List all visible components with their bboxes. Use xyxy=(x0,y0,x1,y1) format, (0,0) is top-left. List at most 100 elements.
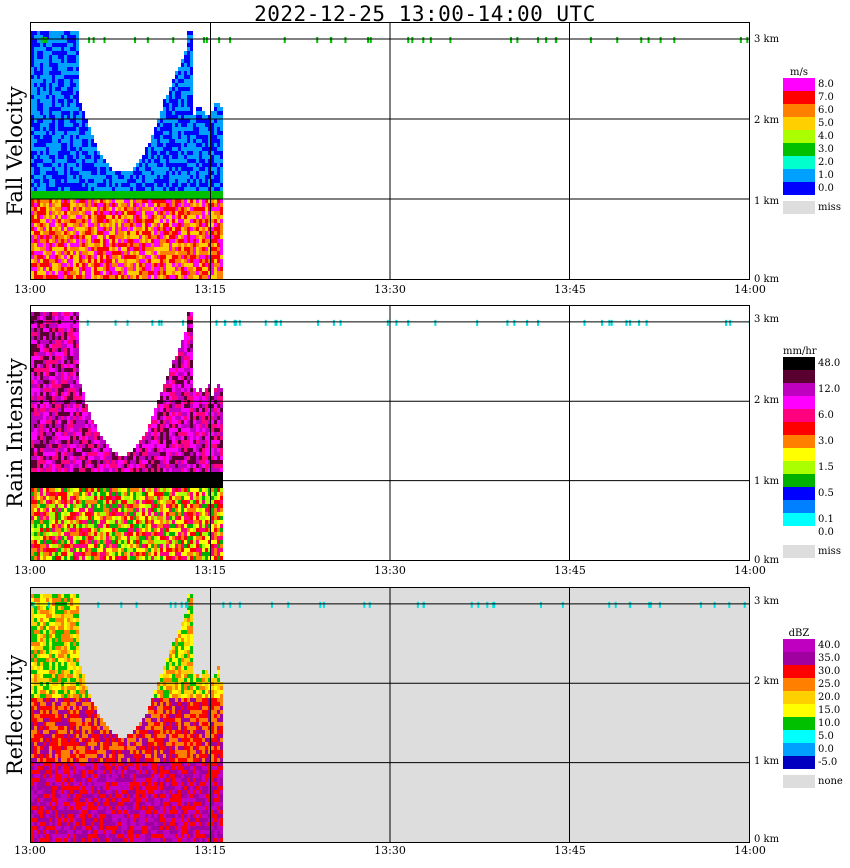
heatmap-cell xyxy=(64,436,67,440)
heatmap-cell xyxy=(91,203,94,207)
heatmap-cell xyxy=(73,328,76,332)
heatmap-cell xyxy=(127,187,130,191)
heatmap-cell xyxy=(46,516,49,520)
heatmap-column xyxy=(61,31,64,279)
heatmap-cell xyxy=(169,163,172,167)
heatmap-cell xyxy=(55,360,58,364)
heatmap-cell xyxy=(52,432,55,436)
heatmap-cell xyxy=(79,203,82,207)
heatmap-cell xyxy=(91,428,94,432)
heatmap-cell xyxy=(133,544,136,548)
heatmap-cell xyxy=(109,199,112,203)
heatmap-cell xyxy=(37,440,40,444)
heatmap-cell xyxy=(142,171,145,175)
heatmap-cell xyxy=(100,227,103,231)
heatmap-cell xyxy=(79,175,82,179)
heatmap-cell xyxy=(49,520,52,524)
heatmap-cell xyxy=(157,460,160,464)
heatmap-cell xyxy=(91,432,94,436)
heatmap-cell xyxy=(154,199,157,203)
heatmap-cell xyxy=(76,504,79,508)
heatmap-cell xyxy=(70,187,73,191)
heatmap-cell xyxy=(85,416,88,420)
heatmap-cell xyxy=(214,255,217,259)
heatmap-cell xyxy=(109,267,112,271)
heatmap-cell xyxy=(70,55,73,59)
heatmap-cell xyxy=(100,528,103,532)
heatmap-cell xyxy=(139,271,142,275)
heatmap-cell xyxy=(151,504,154,508)
heatmap-cell xyxy=(211,255,214,259)
heatmap-cell xyxy=(61,211,64,215)
heatmap-cell xyxy=(34,492,37,496)
heatmap-cell xyxy=(34,468,37,472)
heatmap-cell xyxy=(43,340,46,344)
heatmap-cell xyxy=(37,139,40,143)
heatmap-cell xyxy=(64,31,67,35)
heatmap-cell xyxy=(145,275,148,279)
heatmap-cell xyxy=(133,504,136,508)
heatmap-cell xyxy=(115,552,118,556)
heatmap-cell xyxy=(130,548,133,552)
heatmap-cell xyxy=(148,199,151,203)
heatmap-cell xyxy=(67,332,70,336)
heatmap-cell xyxy=(55,368,58,372)
heatmap-cell xyxy=(34,404,37,408)
heatmap-cell xyxy=(40,372,43,376)
heatmap-column xyxy=(112,171,115,279)
heatmap-cell xyxy=(52,372,55,376)
heatmap-cell xyxy=(214,119,217,123)
heatmap-cell xyxy=(169,215,172,219)
heatmap-cell xyxy=(40,376,43,380)
heatmap-cell xyxy=(70,368,73,372)
heatmap-cell xyxy=(37,51,40,55)
speckle-mark xyxy=(647,37,650,43)
heatmap-cell xyxy=(100,492,103,496)
heatmap-cell xyxy=(34,203,37,207)
heatmap-cell xyxy=(121,536,124,540)
heatmap-cell xyxy=(139,444,142,448)
heatmap-cell xyxy=(166,147,169,151)
heatmap-cell xyxy=(64,35,67,39)
heatmap-cell xyxy=(202,119,205,123)
heatmap-cell xyxy=(106,235,109,239)
heatmap-cell xyxy=(100,175,103,179)
heatmap-cell xyxy=(199,123,202,127)
heatmap-cell xyxy=(181,67,184,71)
heatmap-cell xyxy=(217,247,220,251)
heatmap-cell xyxy=(115,203,118,207)
heatmap-cell xyxy=(37,135,40,139)
heatmap-cell xyxy=(82,552,85,556)
heatmap-cell xyxy=(163,163,166,167)
heatmap-cell xyxy=(70,428,73,432)
heatmap-cell xyxy=(124,195,127,199)
heatmap-cell xyxy=(202,215,205,219)
heatmap-cell xyxy=(184,251,187,255)
heatmap-cell xyxy=(121,552,124,556)
heatmap-cell xyxy=(205,139,208,143)
heatmap-column xyxy=(160,111,163,279)
heatmap-cell xyxy=(91,259,94,263)
heatmap-column xyxy=(220,107,223,279)
heatmap-cell xyxy=(142,456,145,460)
heatmap-cell xyxy=(43,324,46,328)
heatmap-cell xyxy=(181,187,184,191)
heatmap-cell xyxy=(67,59,70,63)
heatmap-cell xyxy=(151,552,154,556)
heatmap-cell xyxy=(88,500,91,504)
heatmap-cell xyxy=(178,227,181,231)
heatmap-cell xyxy=(79,267,82,271)
heatmap-cell xyxy=(37,380,40,384)
heatmap-cell xyxy=(79,532,82,536)
heatmap-cell xyxy=(157,235,160,239)
heatmap-cell xyxy=(154,211,157,215)
heatmap-cell xyxy=(133,227,136,231)
heatmap-cell xyxy=(55,43,58,47)
heatmap-cell xyxy=(121,175,124,179)
heatmap-column xyxy=(130,171,133,279)
heatmap-cell xyxy=(61,484,64,488)
heatmap-cell xyxy=(160,239,163,243)
heatmap-cell xyxy=(67,111,70,115)
heatmap-cell xyxy=(160,119,163,123)
heatmap-cell xyxy=(61,251,64,255)
